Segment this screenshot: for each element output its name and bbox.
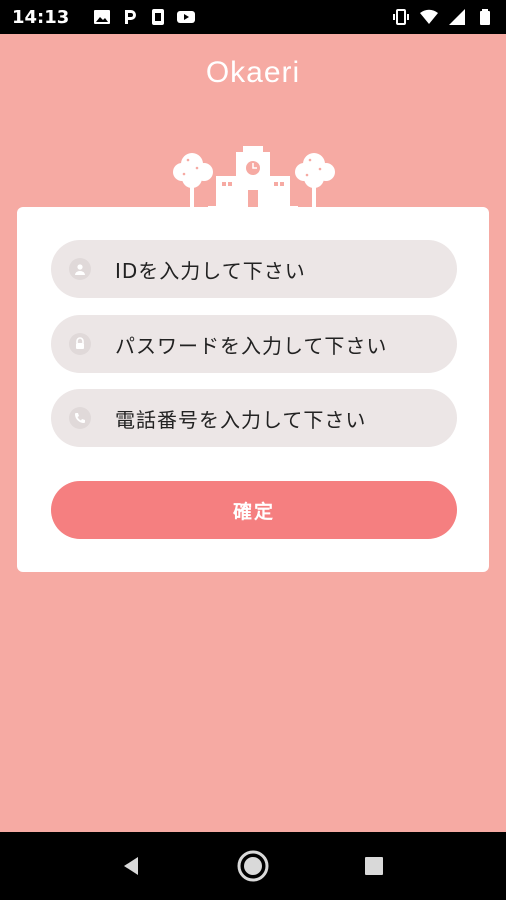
recents-icon[interactable] [354, 846, 394, 886]
sim-icon [149, 8, 167, 26]
password-placeholder: パスワードを入力して下さい [115, 333, 388, 358]
phone-icon [69, 407, 91, 429]
signal-icon [448, 8, 466, 26]
status-right [392, 8, 494, 26]
id-placeholder: IDを入力して下さい [115, 258, 306, 283]
phone-placeholder: 電話番号を入力して下さい [115, 407, 367, 432]
back-icon[interactable] [112, 846, 152, 886]
user-icon [69, 258, 91, 280]
youtube-icon [177, 8, 196, 26]
id-field[interactable]: IDを入力して下さい [51, 240, 457, 298]
vibrate-icon [392, 8, 410, 26]
app-content: Okaeri IDを入力して下さい パスワードを入力して下さい 電話番号を入力し… [0, 34, 506, 832]
phone-field[interactable]: 電話番号を入力して下さい [51, 389, 457, 447]
login-card: IDを入力して下さい パスワードを入力して下さい 電話番号を入力して下さい 確定 [17, 207, 489, 572]
status-bar: 14:13 [0, 0, 506, 34]
status-left: 14:13 [12, 6, 196, 28]
image-icon [93, 8, 111, 26]
app-logo: Okaeri [205, 56, 301, 89]
parking-icon [121, 8, 139, 26]
lock-icon [69, 333, 91, 355]
school-illustration [173, 146, 335, 210]
wifi-icon [420, 8, 438, 26]
battery-icon [476, 8, 494, 26]
status-time: 14:13 [12, 6, 70, 28]
home-icon[interactable] [233, 846, 273, 886]
confirm-button[interactable]: 確定 [51, 481, 457, 539]
password-field[interactable]: パスワードを入力して下さい [51, 315, 457, 373]
navigation-bar [0, 832, 506, 900]
